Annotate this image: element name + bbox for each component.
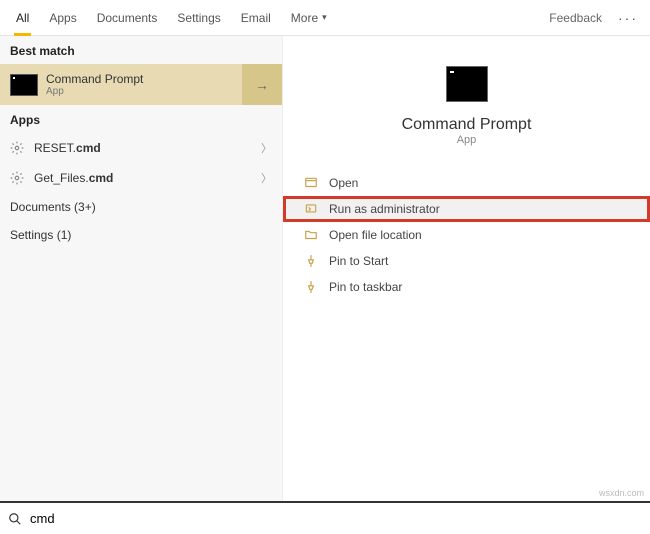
- settings-section[interactable]: Settings (1): [0, 221, 282, 249]
- folder-icon: [303, 228, 319, 242]
- chevron-right-icon: 〉: [261, 140, 272, 156]
- action-pin-to-taskbar[interactable]: Pin to taskbar: [283, 274, 650, 300]
- expand-arrow-button[interactable]: →: [242, 64, 282, 105]
- preview-title: Command Prompt: [283, 116, 650, 134]
- best-match-subtitle: App: [46, 86, 143, 97]
- feedback-button[interactable]: Feedback: [549, 11, 602, 25]
- app-result-label: RESET.cmd: [34, 141, 101, 155]
- tab-more-label: More: [291, 11, 318, 25]
- best-match-title: Command Prompt: [46, 72, 143, 86]
- chevron-down-icon: ▾: [322, 12, 327, 23]
- main-area: Best match Command Prompt App → Apps RES…: [0, 36, 650, 501]
- watermark: wsxdn.com: [599, 488, 644, 498]
- tab-documents[interactable]: Documents: [87, 0, 168, 36]
- action-run-as-administrator[interactable]: Run as administrator: [283, 196, 650, 222]
- gear-icon: [10, 171, 26, 185]
- action-open-file-location[interactable]: Open file location: [283, 222, 650, 248]
- open-icon: [303, 176, 319, 190]
- tab-bar: All Apps Documents Settings Email More▾ …: [0, 0, 650, 36]
- app-result-label: Get_Files.cmd: [34, 171, 113, 185]
- tab-apps[interactable]: Apps: [39, 0, 86, 36]
- action-label: Open file location: [329, 228, 422, 242]
- documents-section[interactable]: Documents (3+): [0, 193, 282, 221]
- actions-list: Open Run as administrator Open file loca…: [283, 170, 650, 300]
- search-input[interactable]: [30, 511, 642, 526]
- best-match-item[interactable]: Command Prompt App →: [0, 64, 282, 105]
- action-label: Run as administrator: [329, 202, 440, 216]
- action-open[interactable]: Open: [283, 170, 650, 196]
- chevron-right-icon: 〉: [261, 170, 272, 186]
- tab-more[interactable]: More ▾: [281, 0, 337, 36]
- more-options-button[interactable]: ···: [612, 10, 644, 26]
- preview-subtitle: App: [283, 134, 650, 146]
- command-prompt-icon: [10, 74, 38, 96]
- command-prompt-icon: [446, 66, 488, 102]
- shield-icon: [303, 202, 319, 216]
- tab-settings[interactable]: Settings: [167, 0, 230, 36]
- app-result-getfiles-cmd[interactable]: Get_Files.cmd 〉: [0, 163, 282, 193]
- tab-all[interactable]: All: [6, 0, 39, 36]
- search-icon: [8, 512, 22, 526]
- pin-icon: [303, 254, 319, 268]
- action-label: Pin to Start: [329, 254, 388, 268]
- action-pin-to-start[interactable]: Pin to Start: [283, 248, 650, 274]
- preview-panel: Command Prompt App Open Run as administr…: [283, 36, 650, 501]
- pin-icon: [303, 280, 319, 294]
- gear-icon: [10, 141, 26, 155]
- action-label: Pin to taskbar: [329, 280, 402, 294]
- search-bar: [0, 501, 650, 534]
- best-match-header: Best match: [0, 36, 282, 64]
- action-label: Open: [329, 176, 358, 190]
- tab-email[interactable]: Email: [231, 0, 281, 36]
- app-result-reset-cmd[interactable]: RESET.cmd 〉: [0, 133, 282, 163]
- results-panel: Best match Command Prompt App → Apps RES…: [0, 36, 283, 501]
- apps-header: Apps: [0, 105, 282, 133]
